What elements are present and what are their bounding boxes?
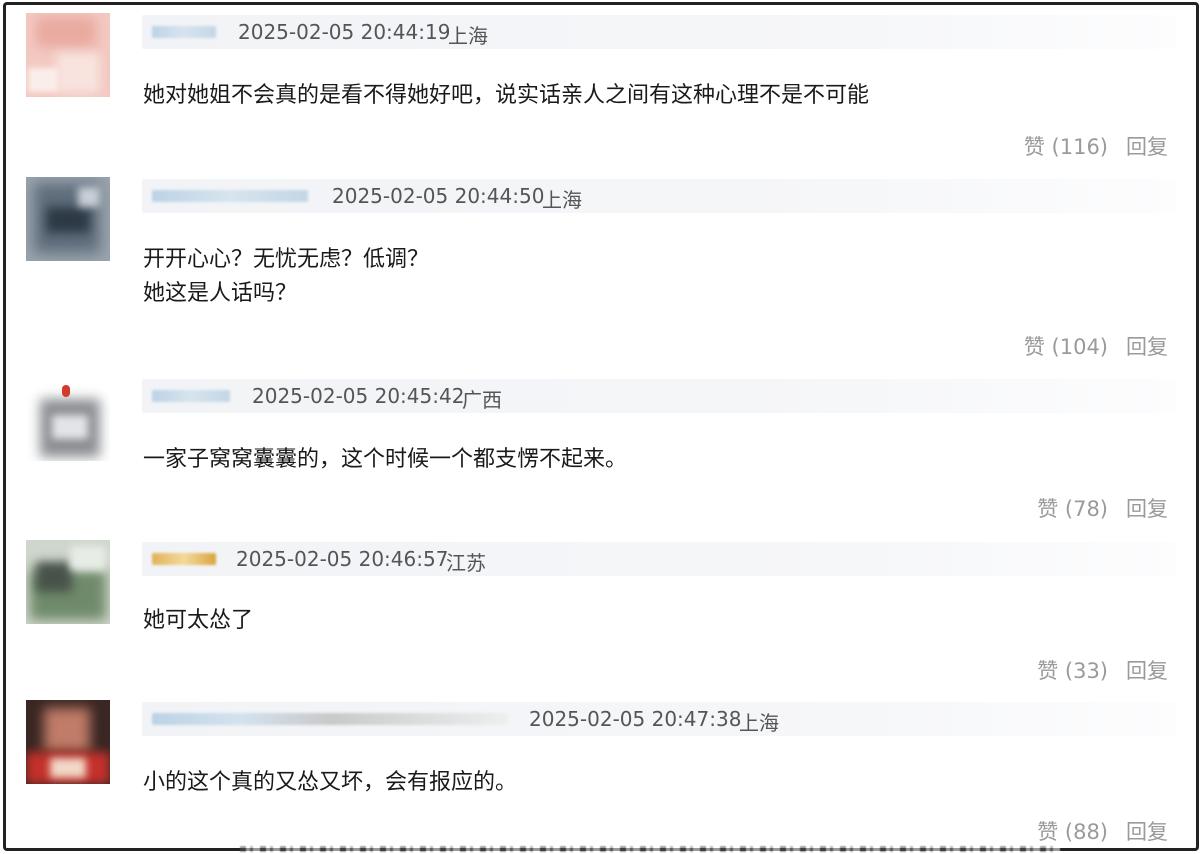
- comment-timestamp: 2025-02-05 20:46:57: [236, 547, 449, 571]
- comment-item: 2025-02-05 20:47:38 上海 小的这个真的又怂又坏，会有报应的。…: [6, 692, 1196, 848]
- comment-meta-bar: 2025-02-05 20:47:38 上海: [142, 702, 1176, 736]
- comment-meta-bar: 2025-02-05 20:44:19 上海: [142, 15, 1176, 49]
- comment-timestamp: 2025-02-05 20:45:42: [252, 384, 465, 408]
- comment-location: 上海: [448, 24, 488, 48]
- comment-text-line: 小的这个真的又怂又坏，会有报应的。: [143, 770, 518, 795]
- comment-item: 2025-02-05 20:44:50 上海 开开心心？无忧无虑？低调？ 她这是…: [6, 169, 1196, 369]
- like-count: (33): [1064, 659, 1108, 683]
- like-count: (78): [1064, 497, 1108, 521]
- comment-timestamp: 2025-02-05 20:47:38: [529, 707, 742, 731]
- comment-text-line: 她可太怂了: [143, 608, 254, 633]
- like-label: 赞: [1037, 497, 1059, 521]
- reply-button[interactable]: 回复: [1126, 655, 1168, 685]
- comment-text: 她对她姐不会真的是看不得她好吧，说实话亲人之间有这种心理不是不可能: [143, 79, 869, 113]
- username-blurred[interactable]: [152, 713, 508, 725]
- comment-text: 开开心心？无忧无虑？低调？ 她这是人话吗？: [143, 243, 429, 311]
- comment-text-line: 一家子窝窝囊囊的，这个时候一个都支愣不起来。: [143, 447, 628, 472]
- avatar[interactable]: [26, 177, 110, 261]
- like-count: (116): [1051, 135, 1108, 159]
- reply-button[interactable]: 回复: [1126, 493, 1168, 523]
- like-button[interactable]: 赞 (116): [1024, 131, 1108, 161]
- reply-button[interactable]: 回复: [1126, 131, 1168, 161]
- comment-text-line: 她这是人话吗？: [143, 281, 298, 307]
- like-button[interactable]: 赞 (104): [1024, 331, 1108, 361]
- comment-meta-bar: 2025-02-05 20:45:42 广西: [142, 379, 1176, 413]
- like-count: (104): [1051, 335, 1108, 359]
- comment-item: 2025-02-05 20:45:42 广西 一家子窝窝囊囊的，这个时候一个都支…: [6, 369, 1196, 533]
- username-blurred[interactable]: [152, 553, 216, 565]
- comment-list-frame: 2025-02-05 20:44:19 上海 她对她姐不会真的是看不得她好吧，说…: [3, 2, 1199, 851]
- reply-button[interactable]: 回复: [1126, 331, 1168, 361]
- comment-meta-bar: 2025-02-05 20:44:50 上海: [142, 179, 1176, 213]
- comment-text: 她可太怂了: [143, 604, 253, 638]
- comment-item: 2025-02-05 20:46:57 江苏 她可太怂了 赞 (33) 回复: [6, 532, 1196, 692]
- like-label: 赞: [1037, 820, 1059, 844]
- comment-meta-bar: 2025-02-05 20:46:57 江苏: [142, 542, 1176, 576]
- comment-location: 广西: [462, 388, 502, 412]
- username-blurred[interactable]: [152, 26, 216, 38]
- comment-actions: 赞 (116) 回复: [1024, 131, 1168, 161]
- avatar[interactable]: [26, 540, 110, 624]
- reply-button[interactable]: 回复: [1126, 816, 1168, 846]
- comment-timestamp: 2025-02-05 20:44:19: [238, 20, 451, 44]
- like-button[interactable]: 赞 (78): [1037, 493, 1108, 523]
- comment-actions: 赞 (88) 回复: [1037, 816, 1168, 846]
- comment-text: 一家子窝窝囊囊的，这个时候一个都支愣不起来。: [143, 443, 627, 477]
- avatar[interactable]: [26, 13, 110, 97]
- username-blurred[interactable]: [152, 190, 308, 202]
- comment-location: 上海: [542, 188, 582, 212]
- username-blurred[interactable]: [152, 390, 230, 402]
- comment-actions: 赞 (33) 回复: [1037, 655, 1168, 685]
- comment-text-line: 她对她姐不会真的是看不得她好吧，说实话亲人之间有这种心理不是不可能: [143, 83, 870, 108]
- comment-actions: 赞 (78) 回复: [1037, 493, 1168, 523]
- like-label: 赞: [1037, 659, 1059, 683]
- comment-text-line: 开开心心？无忧无虑？低调？: [143, 247, 430, 272]
- comment-location: 上海: [739, 711, 779, 735]
- avatar[interactable]: [26, 377, 110, 461]
- cropped-text-remnant: [240, 846, 1060, 852]
- comment-timestamp: 2025-02-05 20:44:50: [332, 184, 545, 208]
- like-count: (88): [1064, 820, 1108, 844]
- like-button[interactable]: 赞 (88): [1037, 816, 1108, 846]
- comment-location: 江苏: [446, 551, 486, 575]
- comment-item: 2025-02-05 20:44:19 上海 她对她姐不会真的是看不得她好吧，说…: [6, 5, 1196, 170]
- like-label: 赞: [1023, 335, 1045, 359]
- comment-actions: 赞 (104) 回复: [1024, 331, 1168, 361]
- like-button[interactable]: 赞 (33): [1037, 655, 1108, 685]
- comment-text: 小的这个真的又怂又坏，会有报应的。: [143, 766, 517, 800]
- like-label: 赞: [1023, 135, 1045, 159]
- avatar[interactable]: [26, 700, 110, 784]
